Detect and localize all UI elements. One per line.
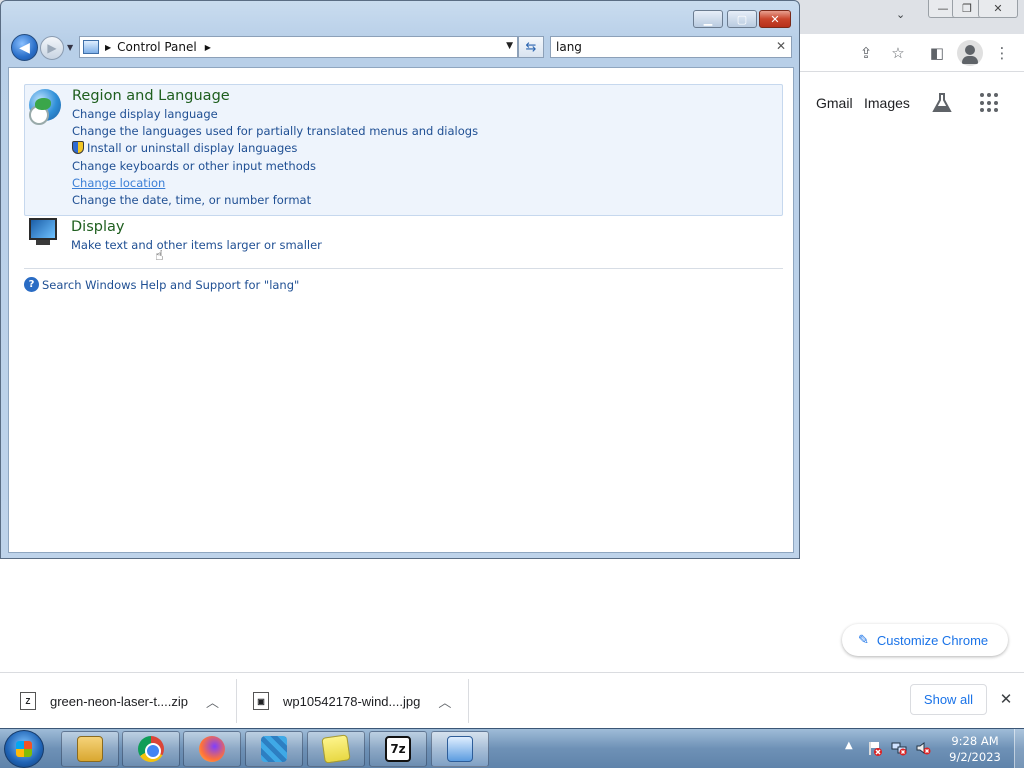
images-link[interactable]: Images <box>864 95 910 111</box>
control-panel-icon <box>447 736 473 762</box>
close-button[interactable]: ✕ <box>759 10 791 28</box>
change-keyboards-link[interactable]: Change keyboards or other input methods <box>72 159 316 173</box>
taskbar-control-panel[interactable] <box>431 731 489 767</box>
volume-muted-icon[interactable] <box>915 740 931 756</box>
image-file-icon: ▣ <box>253 692 269 710</box>
download-item-zip[interactable]: Z green-neon-laser-t....zip ︿ <box>20 673 219 729</box>
bookmark-star-icon[interactable]: ☆ <box>887 42 909 64</box>
hand-cursor-icon: ☝ <box>155 248 164 264</box>
breadcrumb-arrow-icon[interactable]: ▶ <box>105 43 111 52</box>
make-text-larger-link[interactable]: Make text and other items larger or smal… <box>71 238 322 252</box>
display-title[interactable]: Display <box>71 219 124 235</box>
partially-translated-languages-link[interactable]: Change the languages used for partially … <box>72 124 478 138</box>
uac-shield-icon <box>72 141 84 154</box>
download-separator <box>468 679 469 723</box>
taskbar-clock[interactable]: 9:28 AM 9/2/2023 <box>940 733 1010 765</box>
chevron-up-icon[interactable]: ︿ <box>206 692 219 711</box>
download-shelf: Z green-neon-laser-t....zip ︿ ▣ wp105421… <box>0 672 1024 728</box>
registry-editor-icon <box>261 736 287 762</box>
chrome-menu-icon[interactable]: ⋮ <box>991 42 1013 64</box>
taskbar-firefox[interactable] <box>183 731 241 767</box>
recent-pages-dropdown[interactable]: ▼ <box>67 43 73 52</box>
maximize-button[interactable]: ▢ <box>727 10 757 28</box>
breadcrumb-control-panel[interactable]: Control Panel <box>117 40 197 54</box>
clock-time: 9:28 AM <box>951 734 999 748</box>
forward-button[interactable]: ▶ <box>40 36 64 60</box>
result-region-and-language: Region and Language Change display langu… <box>24 84 783 216</box>
network-icon[interactable] <box>891 740 907 756</box>
firefox-icon <box>199 736 225 762</box>
share-icon[interactable]: ⇪ <box>855 42 877 64</box>
refresh-button[interactable]: ⇆ <box>518 36 544 58</box>
results-divider <box>24 268 783 269</box>
region-and-language-title[interactable]: Region and Language <box>72 88 230 104</box>
change-date-time-format-link[interactable]: Change the date, time, or number format <box>72 193 311 207</box>
download-filename: green-neon-laser-t....zip <box>50 693 189 709</box>
customize-chrome-label: Customize Chrome <box>876 632 989 648</box>
globe-clock-icon <box>29 89 61 125</box>
help-icon: ? <box>24 277 39 292</box>
download-filename: wp10542178-wind....jpg <box>283 693 421 709</box>
back-button[interactable]: ◀ <box>11 34 38 61</box>
chrome-icon <box>138 736 164 762</box>
address-bar[interactable]: ▶ Control Panel ▶ ▼ <box>79 36 518 58</box>
install-display-languages-link[interactable]: Install or uninstall display languages <box>72 141 297 155</box>
change-location-link[interactable]: Change location <box>72 176 165 190</box>
start-button[interactable] <box>4 730 44 768</box>
show-hidden-icons-chevron-icon[interactable]: ▲ <box>845 740 853 751</box>
folder-icon <box>77 736 103 762</box>
customize-chrome-button[interactable]: ✎ Customize Chrome <box>842 624 1008 656</box>
monitor-stand <box>36 240 50 245</box>
windows-help-search-label: Search Windows Help and Support for "lan… <box>42 277 300 292</box>
monitor-icon <box>29 218 57 240</box>
breadcrumb-arrow-icon[interactable]: ▶ <box>205 43 211 52</box>
chevron-up-icon[interactable]: ︿ <box>438 692 451 711</box>
close-icon[interactable]: ✕ <box>996 689 1016 709</box>
taskbar-chrome[interactable] <box>122 731 180 767</box>
taskbar-7zip[interactable]: 7z <box>369 731 427 767</box>
windows-help-search-link[interactable]: ? Search Windows Help and Support for "l… <box>24 277 299 292</box>
taskbar-explorer[interactable] <box>61 731 119 767</box>
zip-file-icon: Z <box>20 692 36 710</box>
taskbar-sticky-notes[interactable] <box>307 731 365 767</box>
download-separator <box>236 679 237 723</box>
sevenzip-icon: 7z <box>385 736 411 762</box>
result-display: Display Make text and other items larger… <box>24 216 783 260</box>
sticky-notes-icon <box>321 734 351 764</box>
address-dropdown-icon[interactable]: ▼ <box>506 41 513 51</box>
gmail-link[interactable]: Gmail <box>816 95 853 111</box>
pencil-icon: ✎ <box>858 632 869 647</box>
chrome-close-button[interactable]: ✕ <box>978 0 1018 18</box>
show-all-downloads-button[interactable]: Show all <box>910 684 987 715</box>
action-center-flag-icon[interactable] <box>866 740 882 756</box>
minimize-button[interactable]: ▁ <box>693 10 723 28</box>
side-panel-icon[interactable]: ◧ <box>926 42 948 64</box>
download-item-jpg[interactable]: ▣ wp10542178-wind....jpg ︿ <box>253 673 451 729</box>
labs-flask-icon[interactable] <box>930 91 954 115</box>
install-display-languages-label: Install or uninstall display languages <box>87 141 298 155</box>
control-panel-window: ▁ ▢ ✕ ◀ ▶ ▼ ▶ Control Panel ▶ ▼ ⇆ ✕ Regi… <box>0 0 800 559</box>
search-results-pane: Region and Language Change display langu… <box>8 67 794 553</box>
clear-search-icon[interactable]: ✕ <box>776 39 786 53</box>
profile-avatar[interactable] <box>957 40 983 66</box>
show-desktop-button[interactable] <box>1014 729 1024 768</box>
search-box[interactable]: ✕ <box>550 36 792 58</box>
clock-icon <box>29 105 49 125</box>
clock-date: 9/2/2023 <box>949 750 1001 764</box>
search-input[interactable] <box>551 37 771 57</box>
google-apps-icon[interactable] <box>980 93 1000 113</box>
control-panel-icon <box>83 40 99 54</box>
taskbar-regedit[interactable] <box>245 731 303 767</box>
change-display-language-link[interactable]: Change display language <box>72 107 218 121</box>
tab-search-chevron-icon[interactable]: ⌄ <box>896 8 905 21</box>
